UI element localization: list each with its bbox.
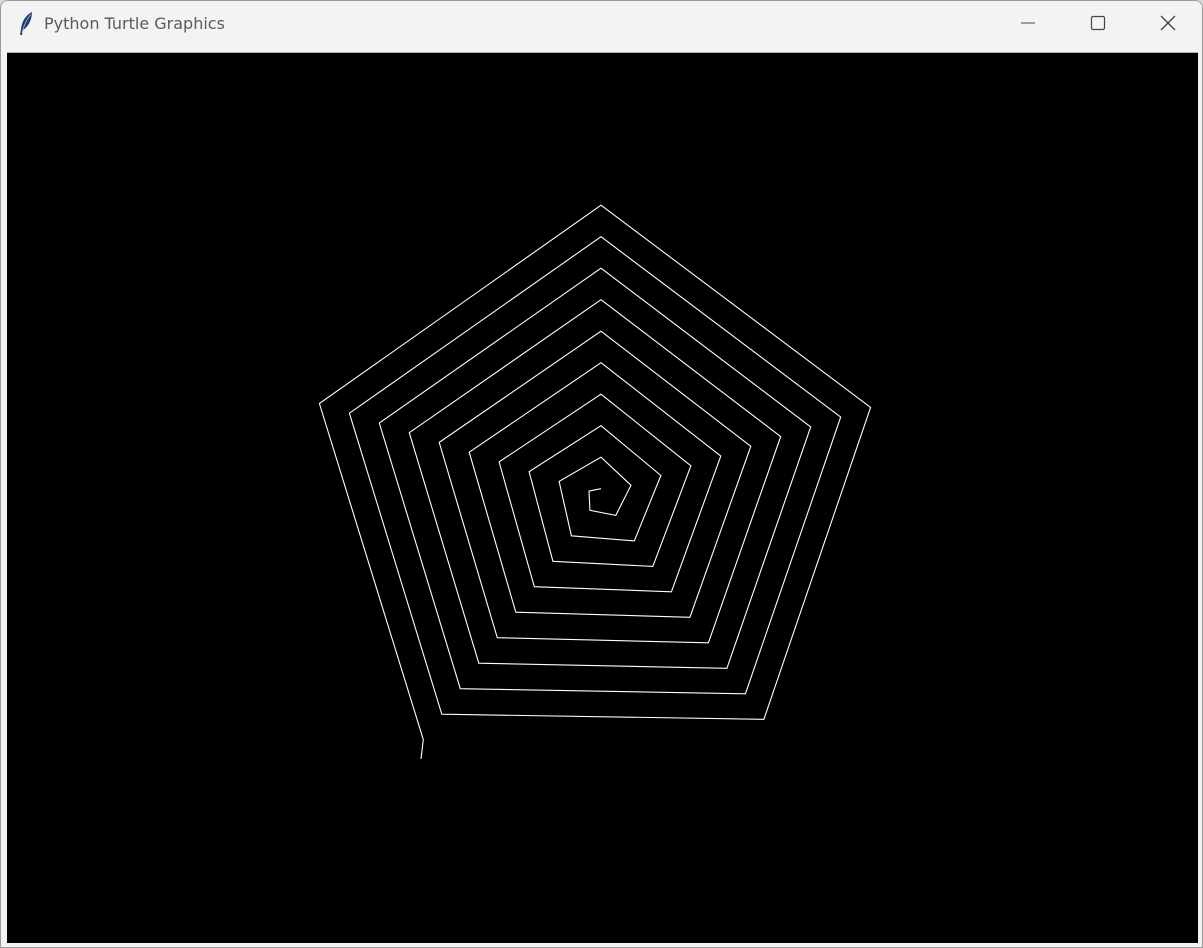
maximize-button[interactable]: [1063, 1, 1133, 49]
pentagon-spiral: [318, 204, 872, 760]
turtle-drawing: [318, 204, 872, 760]
close-button[interactable]: [1133, 1, 1202, 49]
title-bar[interactable]: Python Turtle Graphics: [1, 1, 1202, 49]
window-title: Python Turtle Graphics: [44, 14, 225, 33]
turtle-window: Python Turtle Graphics: [0, 0, 1203, 948]
minimize-icon: [1020, 15, 1036, 35]
turtle-canvas[interactable]: [7, 52, 1198, 943]
close-icon: [1160, 15, 1176, 35]
feather-icon: [17, 11, 37, 37]
minimize-button[interactable]: [993, 1, 1063, 49]
maximize-icon: [1090, 15, 1106, 35]
